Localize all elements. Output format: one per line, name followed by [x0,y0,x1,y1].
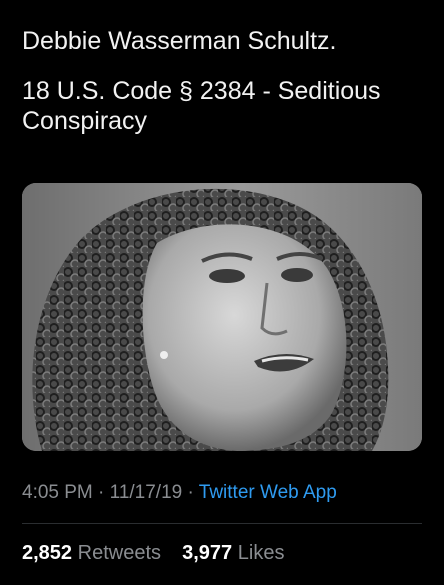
tweet-text: Debbie Wasserman Schultz. 18 U.S. Code §… [22,26,422,136]
tweet-stats: 2,852 Retweets 3,977 Likes [22,540,284,566]
tweet-meta: 4:05 PM · 11/17/19 · Twitter Web App [22,481,337,505]
meta-separator: · [187,482,194,503]
portrait-photo-icon [22,183,422,451]
divider [22,523,422,524]
retweets-stat[interactable]: 2,852 Retweets [22,542,167,564]
likes-stat[interactable]: 3,977 Likes [182,542,284,564]
likes-count: 3,977 [182,542,233,564]
tweet-source-link[interactable]: Twitter Web App [199,482,337,503]
tweet-time[interactable]: 4:05 PM [22,482,93,503]
retweets-count: 2,852 [22,542,73,564]
tweet-date[interactable]: 11/17/19 [110,482,183,503]
tweet-text-line-1: Debbie Wasserman Schultz. [22,27,337,55]
retweets-label: Retweets [77,542,161,564]
tweet-photo[interactable] [22,183,422,451]
tweet: Debbie Wasserman Schultz. 18 U.S. Code §… [0,0,444,585]
tweet-text-line-2: 18 U.S. Code § 2384 - Seditious Conspira… [22,77,381,135]
meta-separator: · [98,482,105,503]
likes-label: Likes [237,542,285,564]
